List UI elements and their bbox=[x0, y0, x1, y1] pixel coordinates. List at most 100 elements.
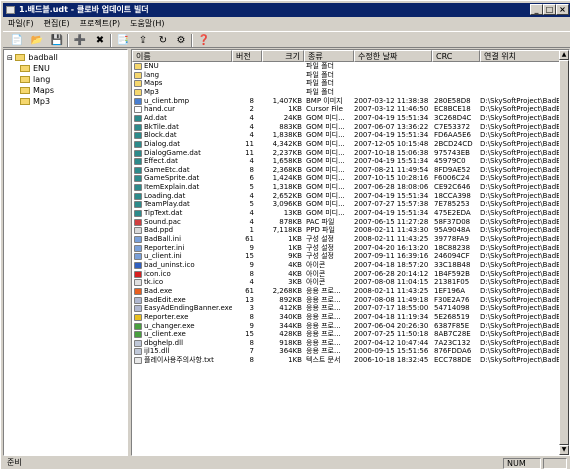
cell-ver: 9 bbox=[249, 260, 254, 269]
table-row[interactable]: Maps 파일 폴더 bbox=[132, 79, 561, 88]
column-header-name[interactable]: 이름 bbox=[132, 50, 232, 62]
scroll-up-arrow-icon[interactable]: ▲ bbox=[559, 50, 569, 60]
app-icon bbox=[6, 6, 15, 14]
column-header-size[interactable]: 크기 bbox=[262, 50, 304, 62]
table-row[interactable]: u_client.exe 15 428KB 응용 프로... 2007-07-25 11… bbox=[132, 330, 561, 339]
table-row[interactable]: BkTile.dat 4 883KB GOM 미디... 2007-06-07 13:3… bbox=[132, 123, 561, 132]
table-row[interactable]: GameEtc.dat 8 2,368KB GOM 미디... 2007-08-21 1… bbox=[132, 166, 561, 175]
close-button[interactable]: × bbox=[556, 4, 569, 15]
cell-link: D:\SkySoftProject\BadBa bbox=[480, 165, 561, 174]
column-header-link[interactable]: 연결 위치 bbox=[480, 50, 561, 62]
table-row[interactable]: Sound.pac 4 878KB PAC 파일 2007-06-15 11:27:28… bbox=[132, 218, 561, 227]
table-row[interactable]: Bad.exe 61 2,268KB 응용 프로... 2008-02-11 11:43… bbox=[132, 287, 561, 296]
table-row[interactable]: u_client.bmp 8 1,407KB BMP 이미지 2007-03-12 11… bbox=[132, 97, 561, 106]
cell-type: 구성 설정 bbox=[306, 243, 334, 252]
tree-item-lang[interactable]: lang bbox=[20, 74, 50, 85]
table-row[interactable]: GameSprite.dat 6 1,424KB GOM 미디... 2007-10-1… bbox=[132, 174, 561, 183]
table-row[interactable]: dbghelp.dll 8 918KB 응용 프로... 2007-04-12 10:4… bbox=[132, 339, 561, 348]
cell-date: 2007-07-27 15:57:38 bbox=[354, 200, 429, 209]
table-row[interactable]: u_client.ini 15 9KB 구성 설정 2007-09-11 16:39:1… bbox=[132, 252, 561, 261]
upload-icon[interactable]: ⇪ bbox=[135, 33, 151, 48]
cell-ver: 8 bbox=[249, 269, 254, 278]
table-row[interactable]: Reporter.ini 9 1KB 구성 설정 2007-04-20 16:13:20… bbox=[132, 244, 561, 253]
table-row[interactable]: Mp3 파일 폴더 bbox=[132, 88, 561, 97]
cell-size: 892KB bbox=[279, 295, 302, 304]
cell-ver: 9 bbox=[249, 243, 254, 252]
folder-tree[interactable]: ⊟ badball ENU lang Maps Mp3 bbox=[3, 49, 128, 456]
scroll-thumb[interactable] bbox=[559, 60, 569, 445]
cell-link: D:\SkySoftProject\BadBa bbox=[480, 235, 561, 243]
file-ini-icon bbox=[134, 236, 142, 243]
table-row[interactable]: u_changer.exe 9 344KB 응용 프로... 2007-06-04 20… bbox=[132, 322, 561, 331]
table-row[interactable]: icon.ico 8 4KB 아이콘 2007-06-28 20:14:12 1B4F59… bbox=[132, 270, 561, 279]
table-row[interactable]: Bad.ppd 1 7,118KB PPD 파일 2008-02-11 11:43:30… bbox=[132, 226, 561, 235]
file-exe-arrow-icon bbox=[134, 331, 142, 339]
table-row[interactable]: Loading.dat 4 2,652KB GOM 미디... 2007-04-19 1… bbox=[132, 192, 561, 201]
maximize-button[interactable]: □ bbox=[543, 4, 556, 15]
cell-size: 1,658KB bbox=[272, 157, 302, 166]
table-row[interactable]: TeamPlay.dat 5 3,096KB GOM 미디... 2007-07-27 … bbox=[132, 200, 561, 209]
table-row[interactable]: TipText.dat 4 13KB GOM 미디... 2007-04-19 15:5… bbox=[132, 209, 561, 218]
tree-root[interactable]: ⊟ badball bbox=[7, 52, 58, 63]
tree-item-mp3[interactable]: Mp3 bbox=[20, 96, 50, 107]
table-row[interactable]: Ad.dat 4 24KB GOM 미디... 2007-04-19 15:51:34 3… bbox=[132, 114, 561, 123]
add-icon[interactable]: ➕ bbox=[72, 33, 88, 48]
scroll-down-arrow-icon[interactable]: ▼ bbox=[559, 445, 569, 455]
table-row[interactable]: tk.ico 4 3KB 아이콘 2007-08-08 11:04:15 21381F05… bbox=[132, 278, 561, 287]
cell-type: GOM 미디... bbox=[306, 131, 345, 140]
table-row[interactable]: BadBall.ini 61 1KB 구성 설정 2008-02-11 11:43:25… bbox=[132, 235, 561, 244]
table-row[interactable]: ItemExplain.dat 5 1,318KB GOM 미디... 2007-06-… bbox=[132, 183, 561, 192]
table-row[interactable]: hand.cur 2 1KB Cursor File 2007-03-12 11:46:… bbox=[132, 105, 561, 114]
cell-size: 1,318KB bbox=[272, 183, 302, 192]
cell-date: 2007-04-19 15:51:34 bbox=[354, 131, 429, 140]
save-icon[interactable]: 💾 bbox=[49, 33, 65, 48]
minimize-button[interactable]: _ bbox=[530, 4, 543, 15]
cell-link: D:\SkySoftProject\BadBa bbox=[480, 338, 561, 347]
menu-help[interactable]: 도움말(H) bbox=[125, 18, 169, 30]
menu-project[interactable]: 프로젝트(P) bbox=[75, 18, 126, 30]
file-dat-icon bbox=[134, 192, 142, 200]
open-folder-icon[interactable]: 📂 bbox=[29, 33, 45, 48]
new-file-icon[interactable]: 📄 bbox=[9, 33, 25, 48]
cell-size: 340KB bbox=[279, 312, 302, 321]
cell-type: 파일 폴더 bbox=[306, 79, 334, 88]
table-row[interactable]: Block.dat 4 1,838KB GOM 미디... 2007-04-19 15:… bbox=[132, 131, 561, 140]
table-row[interactable]: DialogGame.dat 11 2,237KB GOM 미디... 2007-10-… bbox=[132, 149, 561, 158]
file-dat-icon bbox=[134, 114, 142, 122]
file-list[interactable]: 이름 버전 크기 종류 수정한 날짜 CRC 연결 위치 ENU 파일 폴더 lan… bbox=[131, 49, 570, 456]
export-icon[interactable]: 📑 bbox=[115, 33, 131, 48]
cell-name: Mp3 bbox=[144, 87, 159, 96]
help-icon[interactable]: ❓ bbox=[196, 33, 212, 48]
table-row[interactable]: ijl15.dll 7 364KB 응용 프로... 2000-09-15 15:51:… bbox=[132, 347, 561, 356]
table-row[interactable]: 플레이사용주의사항.txt 8 1KB 텍스트 문서 2006-10-18 18:32:… bbox=[132, 356, 561, 365]
cell-type: GOM 미디... bbox=[306, 113, 345, 122]
column-header-date[interactable]: 수정한 날짜 bbox=[354, 50, 432, 62]
cell-name: GameSprite.dat bbox=[144, 174, 200, 183]
settings-icon[interactable]: ⚙ bbox=[173, 33, 189, 48]
table-row[interactable]: BadEdit.exe 13 892KB 응용 프로... 2007-08-08 11:… bbox=[132, 296, 561, 305]
table-row[interactable]: EasyAdEndingBanner.exe 3 412KB 응용 프로... 2007… bbox=[132, 304, 561, 313]
tree-item-enu[interactable]: ENU bbox=[20, 63, 50, 74]
column-header-crc[interactable]: CRC bbox=[432, 50, 480, 62]
file-ppd-icon bbox=[134, 227, 142, 235]
table-row[interactable]: Reporter.exe 8 340KB 응용 프로... 2007-04-18 11:… bbox=[132, 313, 561, 322]
column-header-version[interactable]: 버전 bbox=[232, 50, 262, 62]
folder-icon bbox=[134, 63, 142, 70]
table-row[interactable]: lang 파일 폴더 bbox=[132, 71, 561, 80]
cell-name: 플레이사용주의사항.txt bbox=[144, 356, 214, 365]
tree-item-maps[interactable]: Maps bbox=[20, 85, 54, 96]
refresh-icon[interactable]: ↻ bbox=[155, 33, 171, 48]
table-row[interactable]: Effect.dat 4 1,658KB GOM 미디... 2007-04-19 15… bbox=[132, 157, 561, 166]
table-row[interactable]: bad_uninst.ico 9 4KB 아이콘 2007-04-18 18:57:20… bbox=[132, 261, 561, 270]
column-header-type[interactable]: 종류 bbox=[304, 50, 354, 62]
table-row[interactable]: Dialog.dat 11 4,342KB GOM 미디... 2007-12-05 1… bbox=[132, 140, 561, 149]
file-ini-icon bbox=[134, 244, 142, 252]
menu-edit[interactable]: 편집(E) bbox=[39, 18, 75, 30]
title-bar[interactable]: 1.배드볼.udt - 클로바 업데이트 빌더 _ □ × bbox=[3, 3, 570, 17]
menu-file[interactable]: 파일(F) bbox=[3, 18, 39, 30]
cell-name: Dialog.dat bbox=[144, 139, 180, 148]
table-row[interactable]: ENU 파일 폴더 bbox=[132, 62, 561, 71]
cell-ver: 5 bbox=[249, 183, 254, 192]
delete-icon[interactable]: ✖ bbox=[92, 33, 108, 48]
vertical-scrollbar[interactable]: ▲ ▼ bbox=[559, 50, 569, 455]
